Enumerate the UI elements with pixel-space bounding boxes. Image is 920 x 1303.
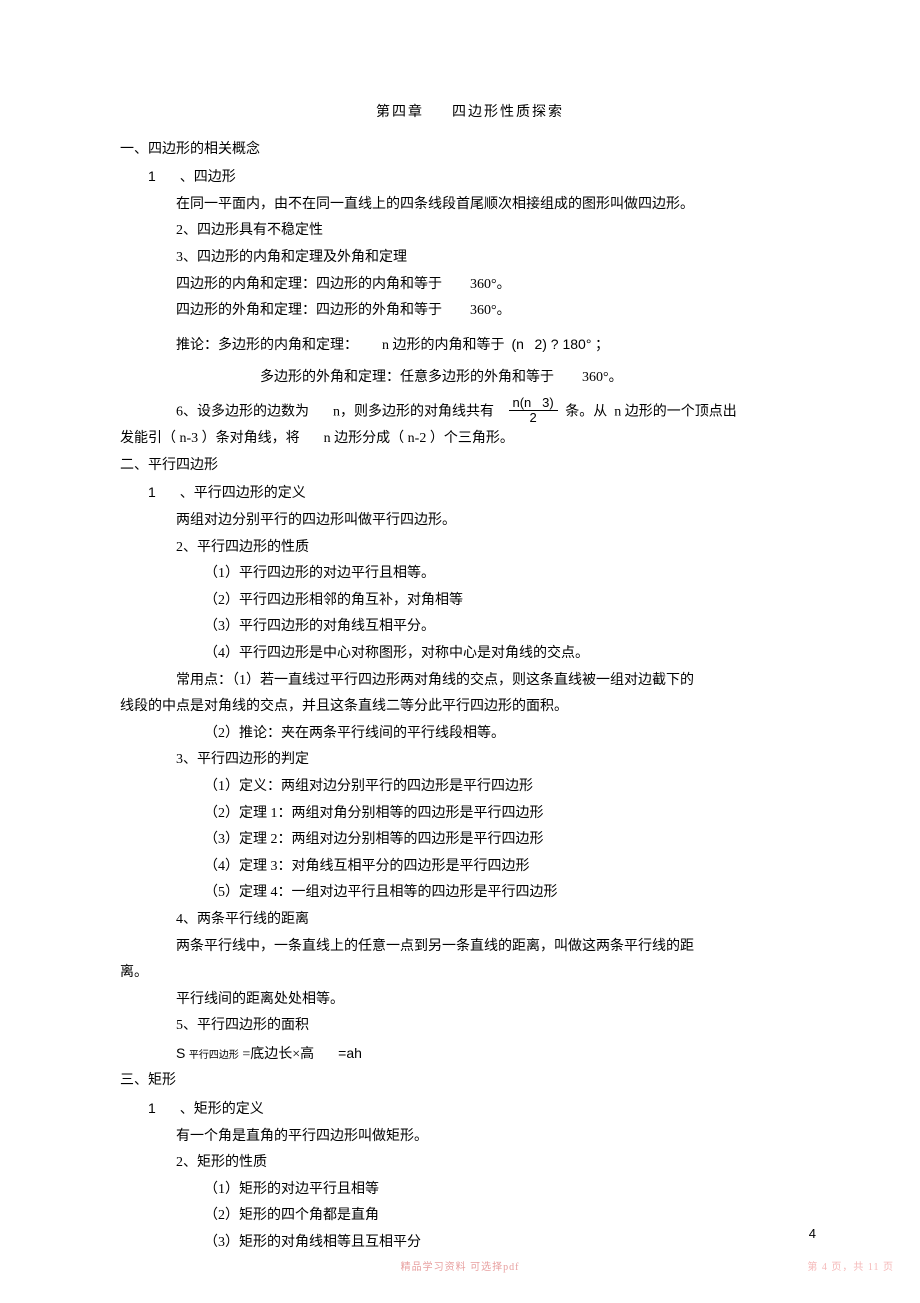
sec2-item3: 3、平行四边形的判定 [176,747,820,774]
sec2-item1-body: 两组对边分别平行的四边形叫做平行四边形。 [176,508,820,535]
text: 6、设多边形的边数为 [176,404,309,419]
sec3-item2-2: （2）矩形的四个角都是直角 [204,1203,820,1230]
title-left: 第四章 [376,105,424,120]
text: n 边形的一个顶点出 [614,404,737,419]
sec2-item4-c: 平行线间的距离处处相等。 [176,987,820,1014]
formula-part: 2) ? 180° [534,336,591,352]
sec1-item3-line3: 推论：多边形的内角和定理： n 边形的内角和等于 (n 2) ? 180° ； [176,331,820,360]
item-label: 、矩形的定义 [180,1102,264,1117]
text: 360°。 [470,277,511,292]
sec1-item3: 3、四边形的内角和定理及外角和定理 [176,245,820,272]
text: n 边形分成（ n-2 ）个三角形。 [324,431,514,446]
sec2-item2-2: （2）平行四边形相邻的角互补，对角相等 [204,588,820,615]
section-3-heading: 三、矩形 [120,1068,820,1095]
item-label: 、平行四边形的定义 [180,486,306,501]
sec2-item3-2: （2）定理 1：两组对角分别相等的四边形是平行四边形 [204,801,820,828]
text: 360°。 [470,303,511,318]
fraction-denominator: 2 [509,411,558,425]
section-2-heading: 二、平行四边形 [120,453,820,480]
sec1-item1-body: 在同一平面内，由不在同一直线上的四条线段首尾顺次相接组成的图形叫做四边形。 [176,192,820,219]
text: 条。从 [565,404,607,419]
sec1-item6-cont: 发能引（ n-3 ）条对角线，将 n 边形分成（ n-2 ）个三角形。 [120,426,820,453]
sec2-item1: 1 、平行四边形的定义 [148,479,820,508]
footer-right: 第 4 页，共 11 页 [807,1258,894,1277]
sec2-item2-1: （1）平行四边形的对边平行且相等。 [204,561,820,588]
sec3-item1-body: 有一个角是直角的平行四边形叫做矩形。 [176,1124,820,1151]
sec2-useful-b: 线段的中点是对角线的交点，并且这条直线二等分此平行四边形的面积。 [120,694,820,721]
document-page: 第四章 四边形性质探索 一、四边形的相关概念 1 、四边形 在同一平面内，由不在同一… [0,0,920,1303]
sec1-item3-line2: 四边形的外角和定理：四边形的外角和等于 360°。 [176,298,820,325]
fraction: n(n 3) 2 [509,396,558,424]
sec2-item3-1: （1）定义：两组对边分别平行的四边形是平行四边形 [204,774,820,801]
formula-text: =ah [338,1045,362,1061]
item-label: 、四边形 [180,170,236,185]
sec2-item3-4: （4）定理 3：对角线互相平分的四边形是平行四边形 [204,854,820,881]
sec2-item5: 5、平行四边形的面积 [176,1013,820,1040]
text: ； [595,338,609,353]
text: 四边形的内角和定理：四边形的内角和等于 [176,277,442,292]
sec1-item3-line1: 四边形的内角和定理：四边形的内角和等于 360°。 [176,272,820,299]
section-1-heading: 一、四边形的相关概念 [120,137,820,164]
num-label: 1 [148,1100,156,1116]
text: 360°。 [582,370,623,385]
sec1-item2: 2、四边形具有不稳定性 [176,218,820,245]
text: 推论：多边形的内角和定理： [176,338,358,353]
sec2-item3-3: （3）定理 2：两组对边分别相等的四边形是平行四边形 [204,827,820,854]
title-right: 四边形性质探索 [452,105,564,120]
num-text: 3) [542,395,554,410]
formula-subscript: 平行四边形 [189,1050,239,1061]
sec2-item4: 4、两条平行线的距离 [176,907,820,934]
text: 多边形的外角和定理：任意多边形的外角和等于 [260,370,554,385]
sec2-item3-5: （5）定理 4：一组对边平行且相等的四边形是平行四边形 [204,880,820,907]
sec3-item2-1: （1）矩形的对边平行且相等 [204,1177,820,1204]
text: 发能引（ n-3 ）条对角线，将 [120,431,300,446]
formula-text: =底边长×高 [242,1047,314,1062]
footer-center: 精品学习资料 可选择pdf [0,1258,920,1277]
sec1-item6: 6、设多边形的边数为 n，则多边形的对角线共有 n(n 3) 2 条。从 n 边形… [176,398,820,426]
num-text: n(n [513,395,532,410]
page-number: 4 [809,1222,816,1247]
text: 四边形的外角和定理：四边形的外角和等于 [176,303,442,318]
sec1-item1: 1 、四边形 [148,163,820,192]
fraction-numerator: n(n 3) [509,396,558,411]
num-label: 1 [148,168,156,184]
sec3-item1: 1 、矩形的定义 [148,1095,820,1124]
formula-s: S [176,1045,185,1061]
text: n，则多边形的对角线共有 [333,404,494,419]
num-label: 1 [148,484,156,500]
sec2-useful-a: 常用点：（1）若一直线过平行四边形两对角线的交点，则这条直线被一组对边截下的 [176,668,820,695]
formula-part: (n [512,336,524,352]
text: n 边形的内角和等于 [382,338,505,353]
sec2-useful-2: （2）推论：夹在两条平行线间的平行线段相等。 [204,721,820,748]
sec2-item5-formula: S 平行四边形 =底边长×高 =ah [176,1040,820,1069]
chapter-title: 第四章 四边形性质探索 [120,100,820,127]
sec2-item2-4: （4）平行四边形是中心对称图形，对称中心是对角线的交点。 [204,641,820,668]
sec2-item4-b: 离。 [120,960,820,987]
sec3-item2-3: （3）矩形的对角线相等且互相平分 [204,1230,820,1257]
sec3-item2: 2、矩形的性质 [176,1150,820,1177]
sec1-item3-line4: 多边形的外角和定理：任意多边形的外角和等于 360°。 [260,365,820,392]
sec2-item4-a: 两条平行线中，一条直线上的任意一点到另一条直线的距离，叫做这两条平行线的距 [176,934,820,961]
sec2-item2-3: （3）平行四边形的对角线互相平分。 [204,614,820,641]
sec2-item2: 2、平行四边形的性质 [176,535,820,562]
